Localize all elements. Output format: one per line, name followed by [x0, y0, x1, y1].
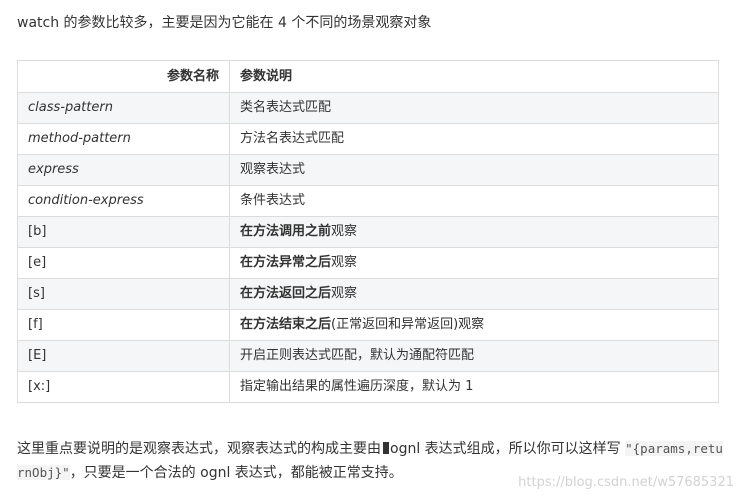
param-name-cell: [x:]: [17, 371, 230, 403]
parameter-table: 参数名称 参数说明 class-pattern 类名表达式匹配 method-p…: [17, 60, 719, 403]
param-desc-text: 指定输出结果的属性遍历深度，默认为 1: [240, 379, 474, 394]
param-name-cell: express: [17, 154, 230, 186]
param-desc-text: 开启正则表达式匹配，默认为通配符匹配: [240, 348, 475, 363]
table-row: [x:] 指定输出结果的属性遍历深度，默认为 1: [17, 371, 719, 403]
param-desc-bold: 在方法异常之后: [240, 255, 332, 270]
outro-text-2: ognl 表达式组成，所以你可以这样写: [390, 441, 621, 457]
table-row: [b] 在方法调用之前观察: [17, 216, 719, 248]
param-name-cell: method-pattern: [17, 123, 230, 155]
param-desc-text: 观察: [331, 224, 358, 239]
param-desc-cell: 在方法返回之后观察: [229, 278, 719, 310]
param-desc-cell: 在方法结束之后(正常返回和异常返回)观察: [229, 309, 719, 341]
table-row: [f] 在方法结束之后(正常返回和异常返回)观察: [17, 309, 719, 341]
param-desc-cell: 开启正则表达式匹配，默认为通配符匹配: [229, 340, 719, 372]
param-desc-cell: 条件表达式: [229, 185, 719, 217]
param-name-cell: [f]: [17, 309, 230, 341]
table-header-row: 参数名称 参数说明: [17, 60, 719, 93]
outro-text-3: ，只要是一个合法的 ognl 表达式，都能被正常支持。: [69, 465, 403, 481]
param-desc-cell: 在方法异常之后观察: [229, 247, 719, 279]
param-desc-text: 观察表达式: [240, 162, 306, 177]
param-desc-cell: 观察表达式: [229, 154, 719, 186]
table-row: [E] 开启正则表达式匹配，默认为通配符匹配: [17, 340, 719, 372]
param-desc-text: 观察: [331, 255, 358, 270]
param-desc-text: 观察: [331, 286, 358, 301]
param-desc-cell: 方法名表达式匹配: [229, 123, 719, 155]
outro-text-1: 这里重点要说明的是观察表达式，观察表达式的构成主要由: [17, 441, 381, 457]
table-row: express 观察表达式: [17, 154, 719, 186]
param-desc-text: 类名表达式匹配: [240, 100, 332, 115]
param-name-cell: class-pattern: [17, 92, 230, 124]
param-name-cell: [E]: [17, 340, 230, 372]
table-row: [e] 在方法异常之后观察: [17, 247, 719, 279]
param-desc-cell: 在方法调用之前观察: [229, 216, 719, 248]
header-param-desc: 参数说明: [229, 60, 719, 93]
header-param-name: 参数名称: [17, 60, 230, 93]
table-row: class-pattern 类名表达式匹配: [17, 92, 719, 124]
param-desc-cell: 类名表达式匹配: [229, 92, 719, 124]
table-row: [s] 在方法返回之后观察: [17, 278, 719, 310]
param-name-cell: [s]: [17, 278, 230, 310]
param-desc-bold: 在方法调用之前: [240, 224, 332, 239]
param-desc-cell: 指定输出结果的属性遍历深度，默认为 1: [229, 371, 719, 403]
watermark-text: https://blog.csdn.net/w57685321: [518, 475, 734, 490]
table-row: condition-express 条件表达式: [17, 185, 719, 217]
param-desc-bold: 在方法结束之后: [240, 317, 332, 332]
param-desc-text: 条件表达式: [240, 193, 306, 208]
param-desc-text: 方法名表达式匹配: [240, 131, 345, 146]
param-name-cell: condition-express: [17, 185, 230, 217]
table-row: method-pattern 方法名表达式匹配: [17, 123, 719, 155]
param-desc-text: (正常返回和异常返回)观察: [331, 317, 485, 332]
intro-paragraph: watch 的参数比较多，主要是因为它能在 4 个不同的场景观察对象: [17, 15, 432, 31]
param-name-cell: [e]: [17, 247, 230, 279]
param-name-cell: [b]: [17, 216, 230, 248]
cursor-block-icon: [383, 442, 389, 454]
param-desc-bold: 在方法返回之后: [240, 286, 332, 301]
